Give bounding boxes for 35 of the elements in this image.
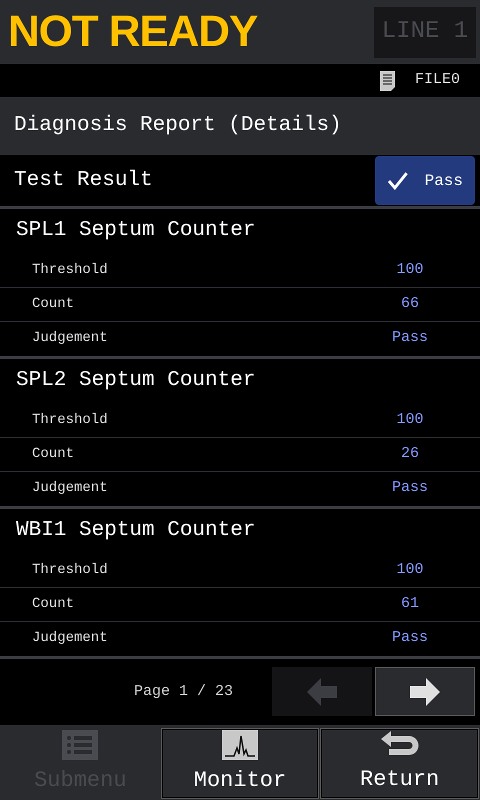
row-value: 66 <box>400 294 420 314</box>
test-result-label: Test Result <box>14 168 153 194</box>
row-value: 100 <box>395 260 424 280</box>
result-value: Pass <box>424 170 463 192</box>
row-value: Pass <box>390 328 429 348</box>
right-arrow-icon <box>410 678 440 706</box>
next-page-button[interactable] <box>375 667 475 716</box>
section-heading: SPL1 Septum Counter <box>16 218 256 244</box>
row-value: 100 <box>395 410 424 430</box>
row-value: Pass <box>390 478 429 498</box>
row-value: 100 <box>395 560 424 580</box>
row-value: Pass <box>390 628 429 648</box>
monitor-button[interactable]: Monitor <box>162 729 318 798</box>
row-label: Threshold <box>32 260 109 280</box>
row-label: Count <box>32 444 76 464</box>
row-label: Judgement <box>32 479 109 498</box>
page-title: Diagnosis Report (Details) <box>14 113 342 140</box>
section-heading: SPL2 Septum Counter <box>16 368 256 394</box>
row-value: 61 <box>400 594 420 614</box>
row-value: 26 <box>400 444 420 464</box>
return-button[interactable]: Return <box>321 729 478 798</box>
row-label: Judgement <box>32 329 109 348</box>
page-indicator: Page 1 / 23 <box>134 682 233 702</box>
list-icon <box>62 730 98 760</box>
document-icon <box>380 70 395 91</box>
row-label: Count <box>32 294 76 314</box>
file-name: FILE0 <box>414 70 460 90</box>
section-heading: WBI1 Septum Counter <box>16 518 256 544</box>
row-label: Threshold <box>32 560 109 580</box>
waveform-icon <box>222 730 258 760</box>
status-title: NOT READY <box>8 10 258 54</box>
row-label: Judgement <box>32 629 109 648</box>
row-label: Threshold <box>32 410 109 430</box>
row-label: Count <box>32 594 76 614</box>
left-arrow-icon <box>307 678 337 706</box>
